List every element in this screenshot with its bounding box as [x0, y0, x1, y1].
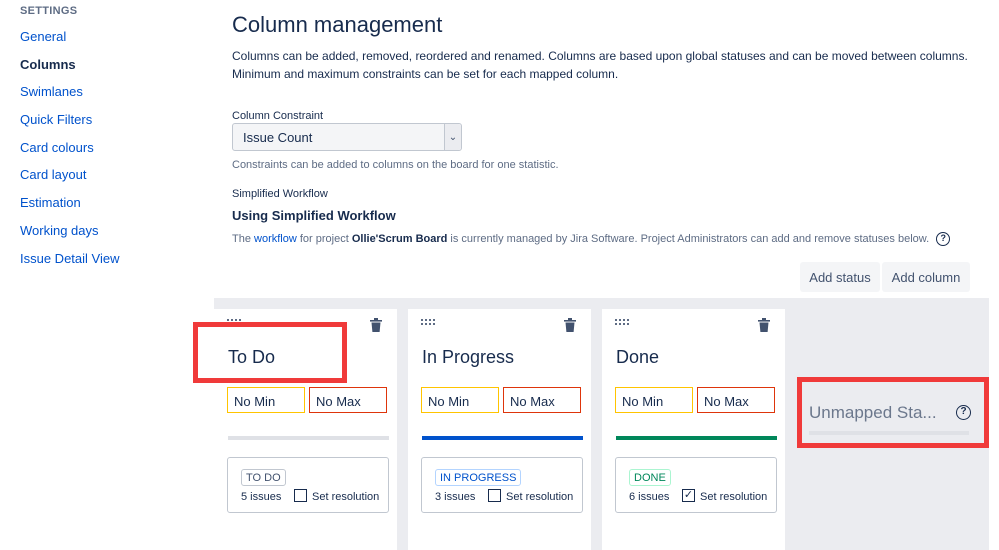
status-card[interactable]: DONE 6 issues ✓ Set resolution: [615, 457, 777, 513]
issue-count: 5 issues: [241, 491, 282, 503]
drag-handle-icon[interactable]: [421, 319, 438, 327]
column-status-bar: [616, 436, 777, 440]
drag-handle-icon[interactable]: [615, 319, 632, 327]
highlight-box-todo: [193, 322, 347, 383]
workflow-description: The workflow for project Ollie'Scrum Boa…: [232, 232, 951, 246]
trash-icon[interactable]: [564, 318, 576, 332]
issue-count: 3 issues: [435, 491, 476, 503]
sidebar-heading: SETTINGS: [20, 5, 78, 17]
status-card[interactable]: IN PROGRESS 3 issues Set resolution: [421, 457, 583, 513]
simplified-workflow-heading: Using Simplified Workflow: [232, 208, 396, 223]
sidebar-item-estimation[interactable]: Estimation: [20, 196, 200, 224]
column-status-bar: [228, 436, 389, 440]
column-status-bar: [422, 436, 583, 440]
set-resolution-label: Set resolution: [506, 491, 574, 503]
board-column-done[interactable]: Done No Min No Max DONE 6 issues ✓ Set r…: [602, 309, 785, 550]
workflow-text-mid: for project: [296, 232, 352, 245]
workflow-text-prefix: The: [232, 232, 255, 245]
page-title: Column management: [232, 12, 443, 37]
column-min-input[interactable]: No Min: [227, 387, 305, 413]
status-lozenge: TO DO: [241, 469, 286, 486]
column-max-input[interactable]: No Max: [503, 387, 581, 413]
set-resolution-checkbox[interactable]: [488, 489, 501, 502]
board-column-in-progress[interactable]: In Progress No Min No Max IN PROGRESS 3 …: [408, 309, 591, 550]
sidebar-item-quick-filters[interactable]: Quick Filters: [20, 113, 200, 141]
issue-count: 6 issues: [629, 491, 670, 503]
add-column-button[interactable]: Add column: [882, 262, 970, 292]
highlight-box-unmapped: [797, 377, 989, 448]
workflow-text-suffix: is currently managed by Jira Software. P…: [447, 232, 930, 245]
trash-icon[interactable]: [370, 318, 382, 332]
column-constraint-label: Column Constraint: [232, 110, 324, 122]
column-constraint-select[interactable]: Issue Count ⌄: [232, 123, 462, 151]
set-resolution-label: Set resolution: [312, 491, 380, 503]
chevron-down-icon[interactable]: ⌄: [444, 124, 461, 150]
set-resolution-checkbox[interactable]: ✓: [682, 489, 695, 502]
sidebar-item-card-colours[interactable]: Card colours: [20, 140, 200, 169]
set-resolution-label: Set resolution: [700, 491, 768, 503]
column-title[interactable]: In Progress: [422, 347, 514, 368]
sidebar-item-working-days[interactable]: Working days: [20, 223, 200, 252]
constraint-help-text: Constraints can be added to columns on t…: [232, 159, 559, 171]
column-min-input[interactable]: No Min: [421, 387, 499, 413]
add-status-button[interactable]: Add status: [800, 262, 880, 292]
trash-icon[interactable]: [758, 318, 770, 332]
workflow-link[interactable]: workflow: [254, 233, 297, 245]
column-max-input[interactable]: No Max: [697, 387, 775, 413]
set-resolution-checkbox[interactable]: [294, 489, 307, 502]
sidebar-item-general[interactable]: General: [20, 30, 200, 58]
status-card[interactable]: TO DO 5 issues Set resolution: [227, 457, 389, 513]
column-max-input[interactable]: No Max: [309, 387, 387, 413]
status-lozenge: IN PROGRESS: [435, 469, 522, 486]
column-title[interactable]: Done: [616, 347, 659, 368]
project-name: Ollie'Scrum Board: [351, 232, 448, 245]
column-min-input[interactable]: No Min: [615, 387, 693, 413]
sidebar-item-swimlanes[interactable]: Swimlanes: [20, 85, 200, 113]
settings-sidebar: SETTINGS General Columns Swimlanes Quick…: [20, 5, 200, 279]
simplified-workflow-label: Simplified Workflow: [232, 188, 328, 200]
sidebar-item-columns[interactable]: Columns: [20, 57, 200, 86]
sidebar-item-card-layout[interactable]: Card layout: [20, 168, 200, 196]
page-description: Columns can be added, removed, reordered…: [232, 49, 968, 81]
sidebar-item-issue-detail-view[interactable]: Issue Detail View: [20, 251, 200, 280]
help-icon[interactable]: ?: [936, 232, 951, 246]
status-lozenge: DONE: [629, 469, 671, 486]
column-constraint-value: Issue Count: [243, 130, 313, 145]
